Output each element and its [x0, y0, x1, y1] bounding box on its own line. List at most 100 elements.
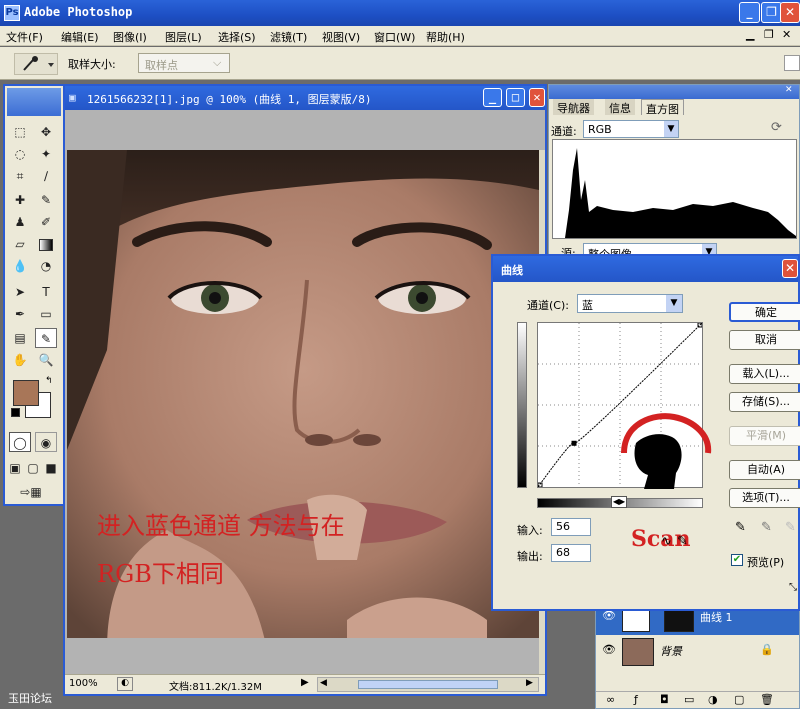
- load-button[interactable]: 载入(L)...: [729, 364, 800, 384]
- black-eyedropper-icon[interactable]: ✎: [735, 520, 746, 535]
- swap-colors-icon[interactable]: ↰: [45, 376, 53, 386]
- hand-tool-icon[interactable]: ✋: [9, 350, 31, 370]
- healing-brush-tool-icon[interactable]: ✚: [9, 190, 31, 210]
- sample-size-select[interactable]: 取样点 ⌵: [138, 53, 230, 73]
- tab-navigator[interactable]: 导航器: [553, 99, 594, 115]
- feather-logo-icon[interactable]: [7, 88, 61, 116]
- preview-checkbox[interactable]: ✔: [731, 554, 743, 566]
- tool-palette: ⬚ ✥ ◌ ✦ ⌗ ∕ ✚ ✎ ♟ ✐ ▱ 💧 ◔ ➤ T ✒ ▭ ▤ ✎ ✋ …: [3, 84, 65, 506]
- new-group-icon[interactable]: ▭: [684, 693, 694, 706]
- standard-mode-icon[interactable]: ◯: [9, 432, 31, 452]
- magic-wand-tool-icon[interactable]: ✦: [35, 144, 57, 164]
- new-layer-icon[interactable]: ▢: [734, 693, 744, 706]
- blur-tool-icon[interactable]: 💧: [9, 256, 31, 276]
- status-menu-icon[interactable]: ◐: [117, 677, 133, 691]
- menu-layer[interactable]: 图层(L): [165, 29, 202, 45]
- palette-well[interactable]: [784, 55, 800, 71]
- menu-file[interactable]: 文件(F): [6, 29, 43, 45]
- doc-minimize-button[interactable]: ▁: [746, 28, 754, 41]
- layer-style-icon[interactable]: ƒ: [634, 693, 638, 706]
- delete-layer-icon[interactable]: 🗑: [760, 693, 774, 706]
- screen-mode-full-menu-icon[interactable]: ▢: [25, 458, 41, 478]
- auto-button[interactable]: 自动(A): [729, 460, 800, 480]
- foreground-color-swatch[interactable]: [13, 380, 39, 406]
- doc-close-button[interactable]: ✕: [782, 28, 791, 41]
- notes-tool-icon[interactable]: ▤: [9, 328, 31, 348]
- image-canvas[interactable]: 进入蓝色通道 方法与在 RGB下相同: [67, 150, 539, 638]
- overlay-caption-line1: 进入蓝色通道 方法与在: [97, 512, 345, 540]
- scroll-left-icon[interactable]: ◀: [320, 678, 327, 688]
- scroll-right-icon[interactable]: ▶: [526, 678, 533, 688]
- marquee-tool-icon[interactable]: ⬚: [9, 122, 31, 142]
- doc-window-close-button[interactable]: ✕: [529, 88, 545, 107]
- gradient-tool-icon[interactable]: [35, 234, 57, 254]
- curves-close-button[interactable]: ✕: [782, 259, 798, 278]
- screen-mode-full-icon[interactable]: ■: [43, 458, 59, 478]
- close-button[interactable]: ✕: [780, 2, 800, 23]
- link-layers-icon[interactable]: ∞: [606, 693, 615, 706]
- save-button[interactable]: 存储(S)...: [729, 392, 800, 412]
- curve-point-tool-icon[interactable]: ∿: [661, 534, 672, 549]
- doc-window-minimize-button[interactable]: _: [483, 88, 502, 107]
- refresh-icon[interactable]: ⟳: [771, 120, 782, 135]
- menu-window[interactable]: 窗口(W): [374, 29, 415, 45]
- options-button[interactable]: 选项(T)...: [729, 488, 800, 508]
- eyedropper-tool-icon[interactable]: ✎: [35, 328, 57, 348]
- horizontal-scrollbar[interactable]: ◀ ▶: [317, 677, 539, 692]
- tab-histogram[interactable]: 直方图: [641, 99, 684, 116]
- curves-title: 曲线: [501, 264, 523, 277]
- tab-info[interactable]: 信息: [605, 99, 635, 115]
- path-selection-tool-icon[interactable]: ➤: [9, 282, 31, 302]
- screen-mode-standard-icon[interactable]: ▣: [7, 458, 23, 478]
- add-mask-icon[interactable]: ◘: [660, 693, 669, 706]
- doc-window-maximize-button[interactable]: □: [506, 88, 525, 107]
- cancel-button[interactable]: 取消: [729, 330, 800, 350]
- clone-stamp-tool-icon[interactable]: ♟: [9, 212, 31, 232]
- zoom-level[interactable]: 100%: [69, 678, 98, 689]
- status-arrow-icon[interactable]: ▶: [301, 677, 309, 688]
- scrollbar-thumb[interactable]: [358, 680, 498, 689]
- curves-channel-select[interactable]: 蓝 ▼: [577, 294, 683, 313]
- history-brush-tool-icon[interactable]: ✐: [35, 212, 57, 232]
- menu-help[interactable]: 帮助(H): [426, 29, 465, 45]
- tool-preset-picker[interactable]: [14, 53, 58, 75]
- smooth-button[interactable]: 平滑(M): [729, 426, 800, 446]
- move-tool-icon[interactable]: ✥: [35, 122, 57, 142]
- new-adjustment-layer-icon[interactable]: ◑: [708, 693, 718, 706]
- eraser-tool-icon[interactable]: ▱: [9, 234, 31, 254]
- menu-edit[interactable]: 编辑(E): [61, 29, 99, 45]
- minimize-button[interactable]: _: [739, 2, 760, 23]
- default-colors-icon[interactable]: [11, 408, 20, 417]
- visibility-eye-icon[interactable]: 👁: [602, 643, 616, 656]
- zoom-tool-icon[interactable]: 🔍: [35, 350, 57, 370]
- quick-mask-mode-icon[interactable]: ◉: [35, 432, 57, 452]
- pencil-tool-icon[interactable]: ✎: [677, 534, 688, 549]
- restore-button[interactable]: ❐: [761, 2, 782, 23]
- gray-eyedropper-icon[interactable]: ✎: [761, 520, 772, 535]
- menu-image[interactable]: 图像(I): [113, 29, 147, 45]
- menu-filter[interactable]: 滤镜(T): [270, 29, 307, 45]
- lasso-tool-icon[interactable]: ◌: [9, 144, 31, 164]
- type-tool-icon[interactable]: T: [35, 282, 57, 302]
- shape-tool-icon[interactable]: ▭: [35, 304, 57, 324]
- input-value-field[interactable]: 56: [551, 518, 591, 536]
- output-value-field[interactable]: 68: [551, 544, 591, 562]
- histogram-channel-select[interactable]: RGB ▼: [583, 120, 679, 138]
- toggle-gradient-direction-icon[interactable]: ◀▶: [611, 496, 627, 508]
- doc-restore-button[interactable]: ❐: [764, 28, 774, 41]
- dodge-tool-icon[interactable]: ◔: [35, 256, 57, 276]
- overlay-caption-line2: RGB下相同: [97, 560, 224, 588]
- curves-graph[interactable]: [537, 322, 712, 489]
- slice-tool-icon[interactable]: ∕: [35, 166, 57, 186]
- menu-view[interactable]: 视图(V): [322, 29, 360, 45]
- menu-select[interactable]: 选择(S): [218, 29, 256, 45]
- pen-tool-icon[interactable]: ✒: [9, 304, 31, 324]
- panel-close-icon[interactable]: ✕: [785, 85, 793, 95]
- white-eyedropper-icon[interactable]: ✎: [785, 520, 796, 535]
- brush-tool-icon[interactable]: ✎: [35, 190, 57, 210]
- layer-row-background[interactable]: 👁 背景 🔒: [596, 635, 799, 669]
- crop-tool-icon[interactable]: ⌗: [9, 166, 31, 186]
- expand-graph-icon[interactable]: ⤡: [789, 582, 797, 593]
- jump-to-imageready-icon[interactable]: ⇨▦: [9, 482, 53, 502]
- ok-button[interactable]: 确定: [729, 302, 800, 322]
